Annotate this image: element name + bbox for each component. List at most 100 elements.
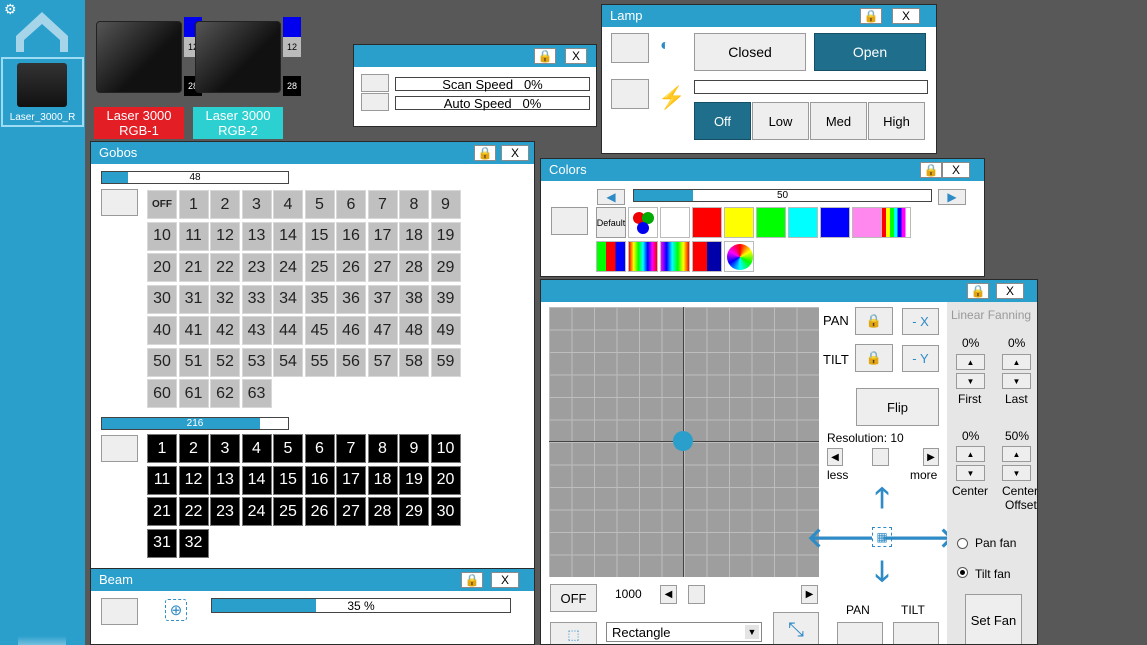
gobo-cell[interactable]: 47	[367, 316, 398, 345]
gobo-cell[interactable]: 49	[430, 316, 461, 345]
gobo-cell[interactable]: 57	[367, 347, 398, 377]
split-color-swatch[interactable]	[596, 241, 626, 272]
speed-slider-thumb[interactable]	[688, 585, 705, 604]
gobo-cell[interactable]: 38	[399, 284, 429, 314]
close-button[interactable]: X	[996, 283, 1024, 299]
pan-tilt-off-button[interactable]: OFF	[550, 584, 597, 612]
gobo-wheel-2-toggle[interactable]	[101, 435, 138, 462]
gobo-cell[interactable]: 21	[147, 497, 177, 526]
scroll-up-icon[interactable]	[16, 10, 68, 52]
default-color-button[interactable]: Default	[596, 207, 626, 238]
gobo-cell[interactable]: 16	[336, 221, 366, 251]
gobo-cell[interactable]: 63	[241, 379, 272, 408]
gobo-cell[interactable]: 17	[336, 465, 366, 495]
gobo-cell[interactable]: 62	[210, 379, 240, 408]
tilt-lock-button[interactable]: 🔒	[855, 344, 893, 372]
gobo-cell[interactable]: 60	[147, 379, 177, 408]
gobo-cell[interactable]: 40	[147, 316, 177, 345]
lock-icon[interactable]: 🔒	[967, 283, 989, 299]
lock-icon[interactable]: 🔒	[920, 162, 942, 178]
first-up-button[interactable]: ▲	[956, 354, 985, 370]
gobo-cell[interactable]: 41	[178, 316, 209, 345]
gobo-cell[interactable]: 11	[147, 465, 177, 495]
gobo-cell[interactable]: 54	[273, 347, 303, 377]
gobo-cell[interactable]: 22	[178, 497, 209, 526]
gobo-cell[interactable]: 6	[304, 434, 335, 463]
close-button[interactable]: X	[892, 8, 920, 24]
last-down-button[interactable]: ▼	[1002, 373, 1031, 389]
gobo-cell[interactable]: 7	[336, 434, 366, 463]
lamp-power-toggle[interactable]	[611, 79, 649, 109]
gobo-cell[interactable]: 61	[178, 379, 209, 408]
position-cursor[interactable]	[673, 431, 693, 451]
gobo-cell[interactable]: 34	[273, 284, 303, 314]
shape-select[interactable]: Rectangle ▼	[606, 622, 762, 642]
gobo-cell[interactable]: 28	[367, 497, 398, 526]
speed-increase-button[interactable]: ▶	[801, 585, 818, 604]
invert-x-button[interactable]: - X	[902, 308, 939, 335]
fixture-thumb-selected[interactable]: Laser_3000_R	[1, 57, 84, 127]
gobo-cell[interactable]: 17	[367, 221, 398, 251]
pan-fan-radio[interactable]	[957, 538, 968, 549]
gobo-cell[interactable]: 4	[273, 190, 303, 219]
gobo-off-button[interactable]: OFF	[147, 190, 177, 219]
multi-stripe-swatch[interactable]	[628, 241, 658, 272]
resolution-increase-button[interactable]: ▶	[923, 448, 939, 466]
gobo-cell[interactable]: 13	[241, 221, 272, 251]
color-swatch[interactable]	[692, 207, 722, 238]
gobo-cell[interactable]: 46	[336, 316, 366, 345]
close-button[interactable]: X	[491, 572, 519, 588]
gobo-cell[interactable]: 39	[430, 284, 461, 314]
first-down-button[interactable]: ▼	[956, 373, 985, 389]
resolution-decrease-button[interactable]: ◀	[827, 448, 843, 466]
gobo-cell[interactable]: 3	[241, 190, 272, 219]
lamp-intensity-bar[interactable]	[694, 80, 928, 94]
center-offset-up-button[interactable]: ▲	[1002, 446, 1031, 462]
gobo-cell[interactable]: 19	[399, 465, 429, 495]
gobo-cell[interactable]: 11	[178, 221, 209, 251]
gobo-cell[interactable]: 2	[210, 190, 240, 219]
gobo-cell[interactable]: 55	[304, 347, 335, 377]
bottom-pan-button[interactable]	[837, 622, 883, 644]
gobo-cell[interactable]: 27	[336, 497, 366, 526]
gobo-cell[interactable]: 7	[367, 190, 398, 219]
gobo-cell[interactable]: 29	[430, 253, 461, 282]
lock-icon[interactable]: 🔒	[860, 8, 882, 24]
gobo-cell[interactable]: 28	[399, 253, 429, 282]
gobo-cell[interactable]: 18	[367, 465, 398, 495]
beam-bar[interactable]: 35 %	[211, 598, 511, 613]
color-swatch[interactable]	[756, 207, 786, 238]
low-button[interactable]: Low	[752, 102, 809, 140]
arrow-right-icon[interactable]: 🡒	[880, 520, 955, 554]
gobo-cell[interactable]: 3	[210, 434, 240, 463]
gobo-cell[interactable]: 22	[210, 253, 240, 282]
gobo-cell[interactable]: 9	[430, 190, 461, 219]
gobo-cell[interactable]: 8	[367, 434, 398, 463]
gobo-cell[interactable]: 1	[178, 190, 209, 219]
gobo-cell[interactable]: 23	[241, 253, 272, 282]
gobo-wheel-1-toggle[interactable]	[101, 189, 138, 216]
gobo-cell[interactable]: 5	[304, 190, 335, 219]
color-swatch[interactable]	[820, 207, 850, 238]
scroll-right-button[interactable]: ▶	[938, 189, 966, 205]
closed-button[interactable]: Closed	[694, 33, 806, 71]
scroll-down-icon[interactable]	[18, 636, 66, 645]
arrow-up-icon[interactable]: 🡑	[865, 482, 899, 518]
lock-icon[interactable]: 🔒	[474, 145, 496, 161]
gobo-cell[interactable]: 1	[147, 434, 177, 463]
pan-tilt-pad[interactable]	[549, 307, 819, 577]
speed-decrease-button[interactable]: ◀	[660, 585, 677, 604]
gobo-cell[interactable]: 19	[430, 221, 461, 251]
gobo-cell[interactable]: 30	[430, 497, 461, 526]
gobo-cell[interactable]: 52	[210, 347, 240, 377]
gobo-cell[interactable]: 25	[304, 253, 335, 282]
gobo-cell[interactable]: 45	[304, 316, 335, 345]
shape-apply-button[interactable]: ⤡	[773, 612, 819, 644]
center-offset-down-button[interactable]: ▼	[1002, 465, 1031, 481]
open-button[interactable]: Open	[814, 33, 926, 71]
gobo-cell[interactable]: 42	[210, 316, 240, 345]
rainbow-stripes-swatch[interactable]	[881, 207, 911, 238]
gobo-cell[interactable]: 20	[147, 253, 177, 282]
gobo-cell[interactable]: 32	[178, 528, 209, 558]
auto-speed-bar[interactable]: Auto Speed 0%	[395, 96, 590, 110]
